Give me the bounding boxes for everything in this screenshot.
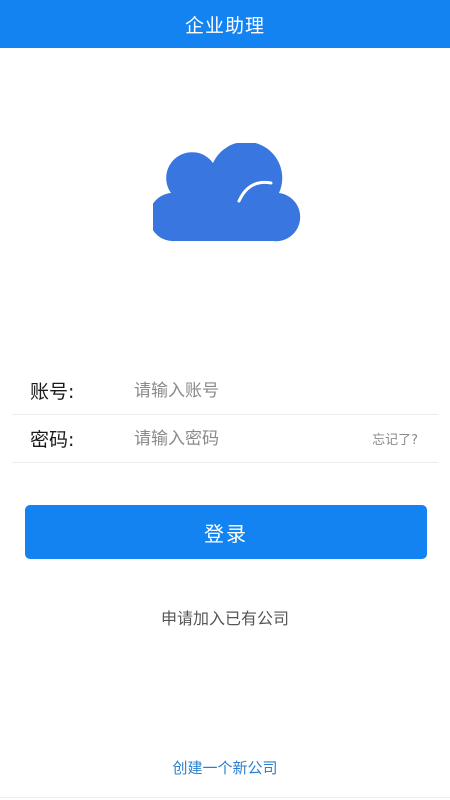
page-title: 企业助理	[184, 14, 265, 37]
bottom-divider	[0, 797, 450, 798]
account-input[interactable]	[120, 370, 438, 411]
login-button[interactable]: 登录	[25, 505, 427, 559]
password-label: 密码:	[30, 429, 75, 451]
cloud-icon-shape	[153, 143, 301, 242]
forgot-password-link[interactable]: 忘记了?	[372, 429, 438, 448]
app-header: 企业助理	[0, 0, 450, 48]
password-row: 密码: 忘记了?	[12, 415, 438, 463]
join-company-link[interactable]: 申请加入已有公司	[0, 605, 450, 629]
create-company-link[interactable]: 创建一个新公司	[0, 757, 450, 778]
password-input[interactable]	[120, 418, 373, 459]
account-row: 账号:	[12, 367, 438, 415]
account-label: 账号:	[30, 381, 75, 403]
cloud-icon	[153, 143, 301, 242]
